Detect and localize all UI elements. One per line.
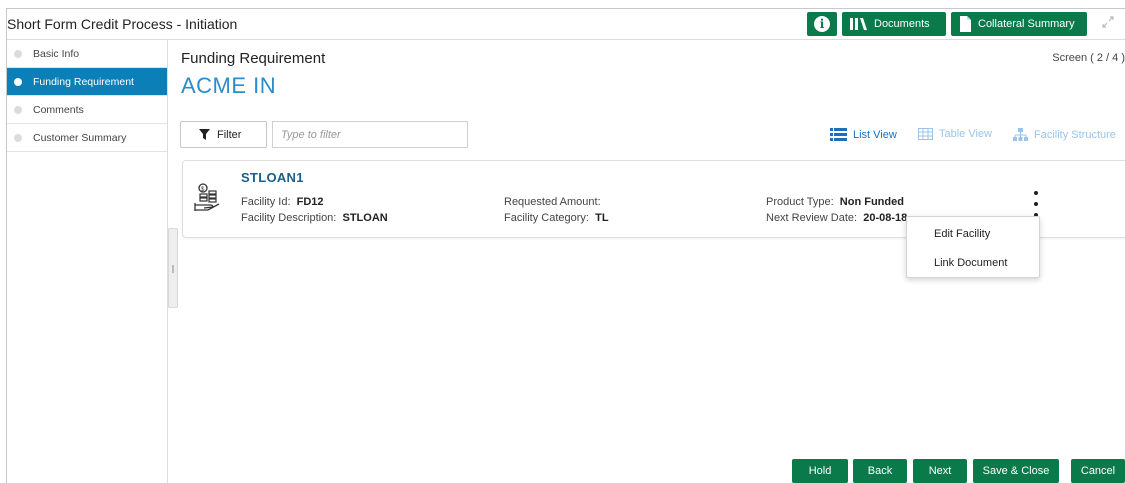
documents-label: Documents	[874, 18, 930, 30]
screen-indicator: Screen ( 2 / 4 )	[1052, 52, 1125, 64]
list-icon	[830, 128, 847, 141]
hold-button[interactable]: Hold	[792, 459, 848, 483]
documents-icon	[850, 17, 868, 31]
product-type-value: Non Funded	[839, 196, 904, 208]
collateral-summary-label: Collateral Summary	[978, 18, 1075, 30]
facility-description-value: STLOAN	[342, 212, 388, 224]
table-view-label: Table View	[939, 128, 992, 140]
hierarchy-icon	[1013, 128, 1028, 141]
process-steps-sidebar: Basic Info Funding Requirement Comments …	[7, 40, 168, 483]
next-review-date-label: Next Review Date:	[766, 212, 858, 224]
list-view-label: List View	[853, 128, 897, 141]
facility-structure-label: Facility Structure	[1034, 128, 1116, 141]
info-button[interactable]: i	[807, 12, 837, 36]
step-indicator-icon	[14, 77, 22, 86]
title-bar: Short Form Credit Process - Initiation i…	[7, 9, 1125, 40]
next-review-date-field: Next Review Date: 20-08-18	[766, 212, 907, 224]
app-title: Short Form Credit Process - Initiation	[7, 16, 238, 32]
facility-name: STLOAN1	[241, 170, 304, 185]
step-label: Customer Summary	[33, 131, 127, 144]
filter-label: Filter	[217, 128, 242, 141]
requested-amount-field: Requested Amount:	[504, 196, 604, 208]
step-indicator-icon	[14, 49, 22, 58]
list-view-toggle[interactable]: List View	[830, 128, 897, 141]
facility-id-value: FD12	[296, 196, 324, 208]
requested-amount-label: Requested Amount:	[504, 196, 601, 208]
table-icon	[918, 128, 933, 140]
step-indicator-icon	[14, 105, 22, 114]
facility-id-field: Facility Id: FD12	[241, 196, 324, 208]
filter-button[interactable]: Filter	[180, 121, 267, 148]
facility-money-icon: $	[194, 183, 224, 218]
step-label: Comments	[33, 103, 84, 116]
facility-category-field: Facility Category: TL	[504, 212, 609, 224]
document-icon	[959, 16, 972, 32]
expand-icon[interactable]	[1101, 15, 1115, 32]
facility-id-label: Facility Id:	[241, 196, 291, 208]
next-review-date-value: 20-08-18	[863, 212, 908, 224]
step-funding-requirement[interactable]: Funding Requirement	[7, 68, 167, 96]
step-comments[interactable]: Comments	[7, 96, 167, 124]
main-content: Funding Requirement ACME IN Screen ( 2 /…	[180, 40, 1125, 483]
step-customer-summary[interactable]: Customer Summary	[7, 124, 167, 152]
step-indicator-icon	[14, 133, 22, 142]
step-label: Funding Requirement	[33, 75, 134, 88]
filter-input[interactable]	[272, 121, 468, 148]
app-window: Short Form Credit Process - Initiation i…	[0, 0, 1125, 483]
facility-category-label: Facility Category:	[504, 212, 589, 224]
step-basic-info[interactable]: Basic Info	[7, 40, 167, 68]
facility-description-field: Facility Description: STLOAN	[241, 212, 388, 224]
cancel-button[interactable]: Cancel	[1071, 459, 1125, 483]
product-type-field: Product Type: Non Funded	[766, 196, 904, 208]
more-options-icon[interactable]	[1031, 191, 1041, 217]
menu-item-edit-facility[interactable]: Edit Facility	[907, 219, 1039, 248]
info-icon: i	[814, 16, 830, 32]
entity-name: ACME IN	[181, 73, 277, 98]
facility-context-menu: Edit Facility Link Document	[906, 216, 1040, 278]
facility-description-label: Facility Description:	[241, 212, 337, 224]
sidebar-resize-handle[interactable]	[168, 228, 178, 308]
filter-icon	[199, 129, 210, 140]
next-button[interactable]: Next	[913, 459, 967, 483]
page-title: Funding Requirement	[181, 50, 326, 67]
facility-category-value: TL	[595, 212, 609, 224]
back-button[interactable]: Back	[853, 459, 907, 483]
menu-item-link-document[interactable]: Link Document	[907, 248, 1039, 277]
save-close-button[interactable]: Save & Close	[973, 459, 1059, 483]
product-type-label: Product Type:	[766, 196, 834, 208]
collateral-summary-button[interactable]: Collateral Summary	[951, 12, 1087, 36]
documents-button[interactable]: Documents	[842, 12, 946, 36]
facility-structure-toggle[interactable]: Facility Structure	[1013, 128, 1116, 141]
table-view-toggle[interactable]: Table View	[918, 128, 992, 140]
step-label: Basic Info	[33, 47, 80, 60]
